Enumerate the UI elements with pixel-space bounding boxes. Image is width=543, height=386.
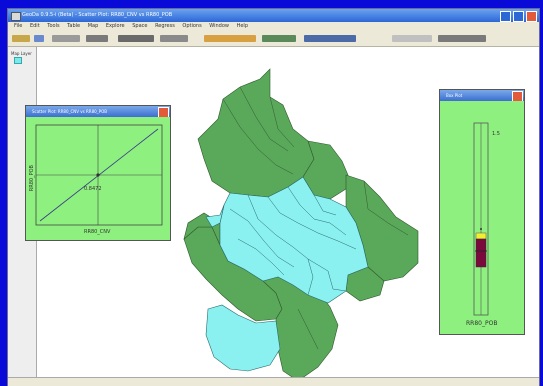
desktop-background: GeoDa 0.9.5-i (Beta) - Scatter Plot: RR8… [0, 0, 543, 386]
box-plot-window[interactable]: Box Plot 1.5 RR80_POB [439, 89, 525, 335]
scatter-plot-title: Scatter Plot: RR80_CNV vs RR80_POB [26, 106, 170, 117]
boxplot-variable-label: RR80_POB [466, 320, 498, 327]
status-bar [8, 377, 539, 386]
boxplot-box [475, 238, 487, 268]
boxplot-mean-marker [475, 232, 487, 240]
scatter-plot-window[interactable]: Scatter Plot: RR80_CNV vs RR80_POB 0.847… [25, 105, 171, 241]
app-window: GeoDa 0.9.5-i (Beta) - Scatter Plot: RR8… [7, 8, 540, 386]
boxplot-outlier [480, 228, 482, 230]
scatter-y-label: RR80_POB [29, 165, 35, 192]
scatter-canvas [35, 124, 163, 226]
box-plot-canvas [473, 122, 489, 316]
boxplot-hinge-label: 1.5 [492, 131, 500, 137]
scatter-x-label: RR80_CNV [84, 229, 111, 235]
scatter-point [96, 173, 100, 177]
scatter-plot-area: 0.8472 RR80_POB RR80_CNV [26, 117, 170, 240]
box-plot-area: 1.5 RR80_POB [440, 101, 524, 334]
slope-label: 0.8472 [84, 186, 102, 192]
